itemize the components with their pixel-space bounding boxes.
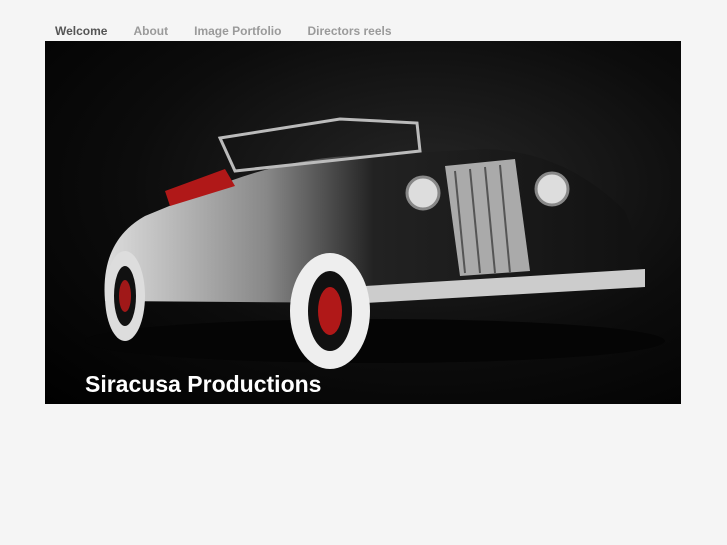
nav-directors-reels[interactable]: Directors reels <box>307 23 391 39</box>
vintage-car-image <box>85 117 665 369</box>
nav-image-portfolio[interactable]: Image Portfolio <box>194 23 281 39</box>
banner-title: Siracusa Productions <box>85 371 322 397</box>
nav-about[interactable]: About <box>133 23 168 39</box>
nav-welcome[interactable]: Welcome <box>55 23 107 39</box>
main-nav: Welcome About Image Portfolio Directors … <box>55 23 418 39</box>
hero-banner: Siracusa Productions <box>45 41 681 404</box>
